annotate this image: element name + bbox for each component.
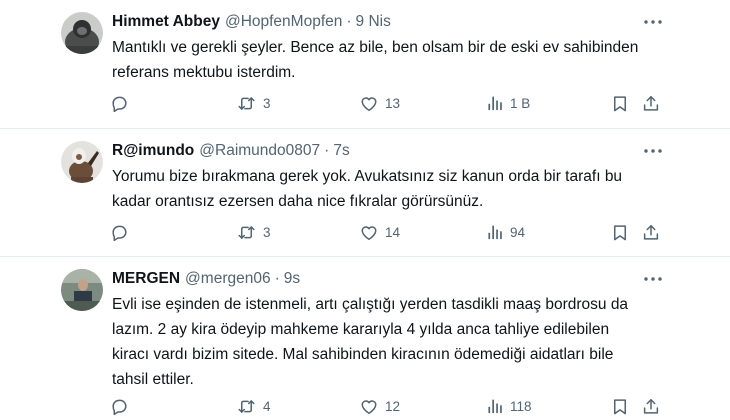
retweet-count: 3	[263, 95, 271, 111]
tweet-text-line: kiracı vardı bizim sitede. Mal sahibinde…	[112, 346, 614, 363]
author-handle[interactable]: @mergen06	[185, 270, 271, 288]
share-button[interactable]	[642, 92, 660, 114]
retweet-button[interactable]: 4	[236, 395, 271, 417]
heart-icon	[361, 96, 377, 111]
reply-button[interactable]	[110, 92, 129, 114]
share-icon	[643, 95, 659, 111]
timestamp[interactable]: 9 Nis	[356, 13, 391, 31]
reply-icon	[112, 96, 127, 112]
like-count: 14	[385, 224, 401, 240]
author-handle[interactable]: @Raimundo0807	[199, 142, 320, 160]
tweet-1[interactable]: Himmet Abbey @HopfenMopfen · 9 Nis Mantı…	[0, 0, 730, 128]
more-options-icon[interactable]	[644, 13, 662, 31]
heart-icon	[361, 399, 377, 414]
share-icon	[643, 224, 659, 240]
tweet-text-line: tahsil ettiler.	[112, 371, 194, 388]
views-icon	[488, 96, 502, 111]
retweet-icon	[238, 96, 255, 110]
tweet-header: R@imundo @Raimundo0807 · 7s	[112, 141, 350, 161]
views-count: 1 B	[510, 95, 531, 111]
views-icon	[488, 399, 502, 414]
tweet-2[interactable]: R@imundo @Raimundo0807 · 7s Yorumu bize …	[0, 129, 730, 256]
reply-icon	[112, 399, 127, 415]
tweet-3[interactable]: MERGEN @mergen06 · 9s Evli ise eşinden d…	[0, 257, 730, 420]
bookmark-icon	[614, 398, 626, 414]
reply-button[interactable]	[110, 395, 129, 417]
tweet-actions: 4 12 118	[110, 395, 670, 417]
retweet-icon	[238, 399, 255, 413]
share-icon	[643, 398, 659, 414]
author-name[interactable]: Himmet Abbey	[112, 13, 220, 31]
share-button[interactable]	[642, 395, 660, 417]
like-button[interactable]: 12	[359, 395, 400, 417]
tweet-text-line: Mantıklı ve gerekli şeyler. Bence az bil…	[112, 39, 639, 56]
reply-icon	[112, 225, 127, 241]
bookmark-button[interactable]	[611, 221, 629, 243]
like-count: 12	[385, 398, 401, 414]
author-handle[interactable]: @HopfenMopfen	[225, 13, 342, 31]
views-button[interactable]: 94	[487, 221, 525, 243]
bookmark-icon	[614, 224, 626, 240]
separator-dot: ·	[324, 142, 330, 159]
more-options-icon[interactable]	[644, 142, 662, 160]
tweet-text-line: kadar orantısız ezersen daha nice fıkral…	[112, 193, 484, 210]
tweet-header: MERGEN @mergen06 · 9s	[112, 269, 300, 289]
like-button[interactable]: 14	[359, 221, 400, 243]
bookmark-button[interactable]	[611, 395, 629, 417]
like-count: 13	[385, 95, 401, 111]
author-name[interactable]: R@imundo	[112, 142, 194, 160]
views-button[interactable]: 1 B	[487, 92, 530, 114]
reply-button[interactable]	[110, 221, 129, 243]
views-count: 94	[510, 224, 526, 240]
retweet-count: 3	[263, 224, 271, 240]
tweet-text: Yorumu bize bırakmana gerek yok. Avukats…	[112, 164, 672, 214]
separator-dot: ·	[346, 13, 352, 30]
separator-dot: ·	[274, 270, 280, 287]
retweet-count: 4	[263, 398, 271, 414]
tweet-actions: 3 14 94	[110, 221, 670, 243]
tweet-actions: 3 13 1 B	[110, 92, 670, 114]
like-button[interactable]: 13	[359, 92, 400, 114]
timestamp[interactable]: 7s	[333, 142, 349, 160]
bookmark-button[interactable]	[611, 92, 629, 114]
tweet-text-line: Evli ise eşinden de istenmeli, artı çalı…	[112, 296, 629, 313]
tweet-header: Himmet Abbey @HopfenMopfen · 9 Nis	[112, 12, 391, 32]
tweet-text-line: lazım. 2 ay kira ödeyip mahkeme kararıyl…	[112, 321, 610, 338]
share-button[interactable]	[642, 221, 660, 243]
avatar[interactable]	[61, 141, 103, 183]
avatar[interactable]	[61, 269, 103, 311]
retweet-icon	[238, 225, 255, 239]
bookmark-icon	[614, 95, 626, 111]
views-button[interactable]: 118	[487, 395, 532, 417]
tweet-text: Mantıklı ve gerekli şeyler. Bence az bil…	[112, 35, 672, 85]
tweet-text-line: referans mektubu isterdim.	[112, 64, 296, 81]
retweet-button[interactable]: 3	[236, 92, 271, 114]
tweet-text-line: Yorumu bize bırakmana gerek yok. Avukats…	[112, 168, 623, 185]
heart-icon	[361, 225, 377, 240]
timestamp[interactable]: 9s	[284, 270, 300, 288]
retweet-button[interactable]: 3	[236, 221, 271, 243]
tweet-text: Evli ise eşinden de istenmeli, artı çalı…	[112, 292, 672, 392]
views-icon	[488, 225, 502, 240]
views-count: 118	[510, 398, 532, 414]
avatar[interactable]	[61, 12, 103, 54]
more-options-icon[interactable]	[644, 270, 662, 288]
author-name[interactable]: MERGEN	[112, 270, 180, 288]
